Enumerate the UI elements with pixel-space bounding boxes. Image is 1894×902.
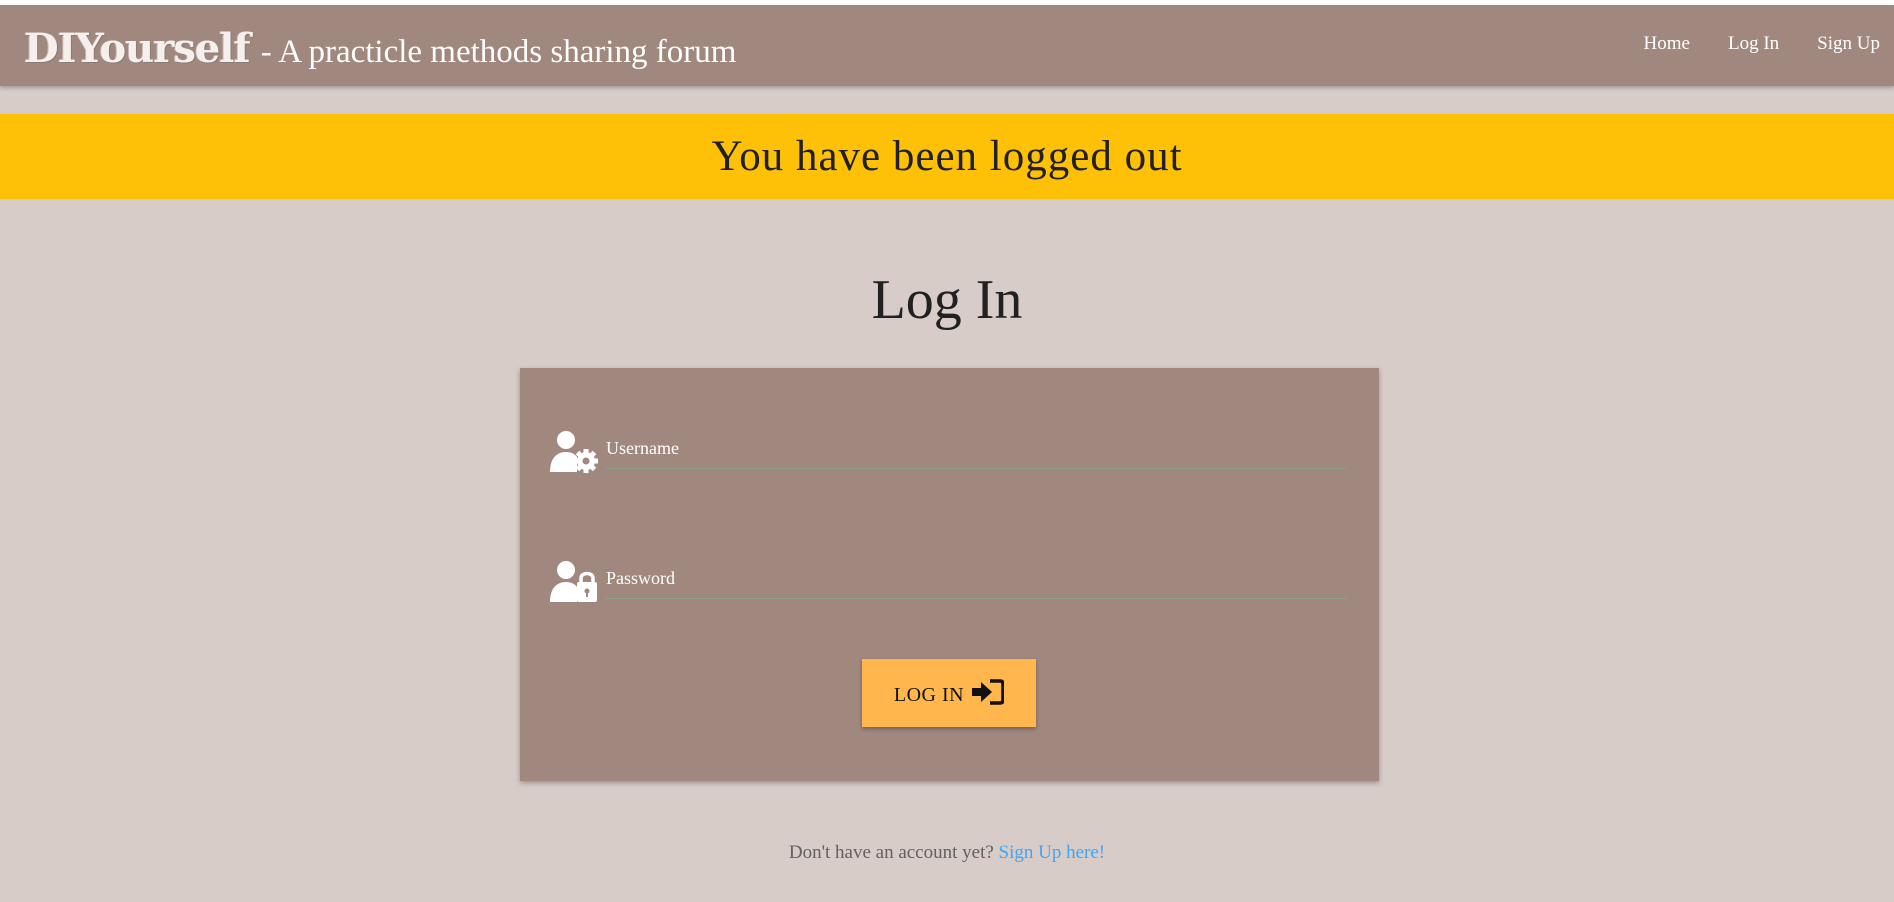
navbar: DIYourself - A practicle methods sharing…: [0, 5, 1894, 86]
login-form: LOG IN: [520, 368, 1379, 781]
signup-prompt-text: Don't have an account yet?: [788, 842, 994, 863]
nav-login-link[interactable]: Log In: [1728, 33, 1779, 55]
login-button-label: LOG IN: [893, 683, 965, 706]
signup-prompt: Don't have an account yet? Sign Up here!: [0, 842, 1894, 864]
nav-signup-link[interactable]: Sign Up: [1817, 33, 1880, 55]
brand-logo[interactable]: DIYourself: [24, 25, 251, 72]
alert-message: You have been logged out: [711, 133, 1183, 180]
password-field-row: [549, 550, 1349, 610]
user-gear-icon: [549, 430, 601, 474]
password-input[interactable]: [606, 558, 1346, 599]
nav-links: Home Log In Sign Up: [1644, 33, 1880, 55]
nav-home-link[interactable]: Home: [1644, 33, 1690, 55]
username-field-row: [549, 420, 1349, 480]
sign-in-icon: [972, 678, 1005, 708]
page-title: Log In: [871, 269, 1023, 331]
login-button[interactable]: LOG IN: [862, 659, 1036, 727]
logout-alert: You have been logged out: [0, 114, 1894, 199]
brand-tagline: - A practicle methods sharing forum: [260, 34, 737, 70]
brand[interactable]: DIYourself - A practicle methods sharing…: [24, 25, 736, 72]
username-input[interactable]: [606, 428, 1346, 469]
user-lock-icon: [549, 560, 601, 604]
signup-link[interactable]: Sign Up here!: [999, 842, 1106, 863]
